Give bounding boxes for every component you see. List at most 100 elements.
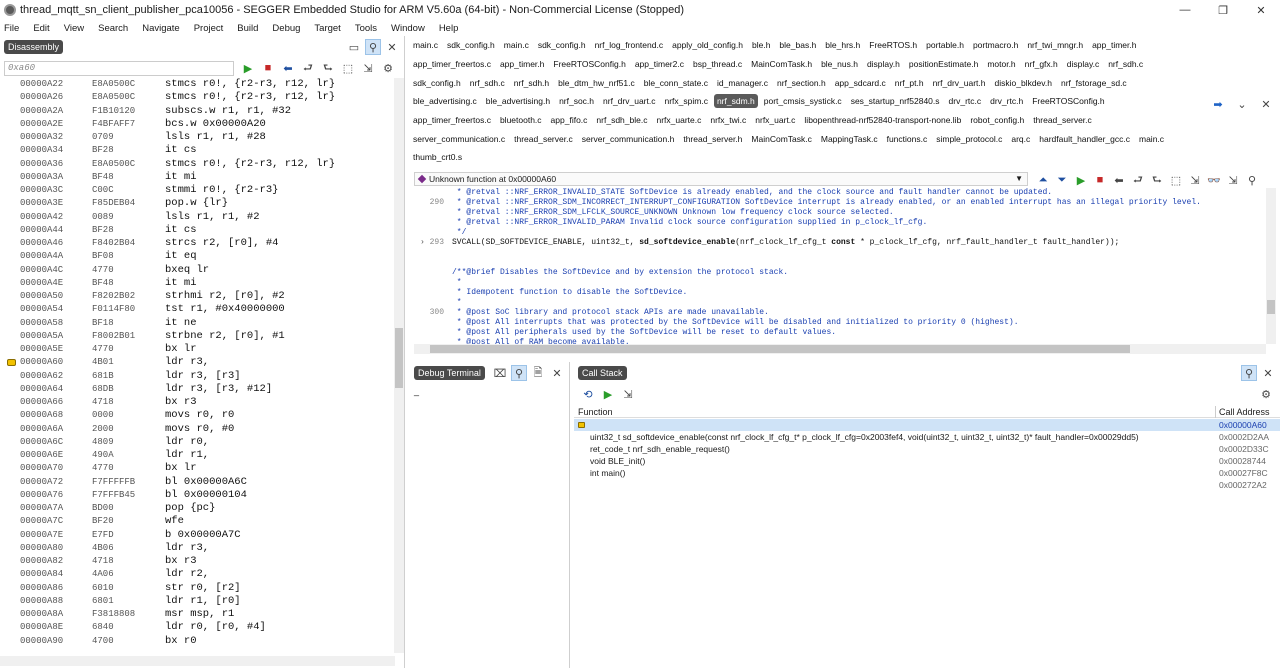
call-stack-title[interactable]: Call Stack [578,366,627,380]
back-icon[interactable]: ⬅ [280,60,296,76]
debug-terminal-title[interactable]: Debug Terminal [414,366,485,380]
editor-tab[interactable]: simple_protocol.c [933,132,1005,146]
run-icon[interactable]: ▶ [1073,172,1089,188]
call-stack-row[interactable]: int main() 0x00027F8C [574,467,1280,479]
step-over-icon[interactable]: ⮑ [320,60,336,76]
editor-tab[interactable]: portable.h [923,38,967,52]
editor-tab[interactable]: ble_nus.h [818,57,861,71]
code-line[interactable]: * [414,278,1266,288]
editor-tab[interactable]: ble_hrs.h [822,38,863,52]
goto-frame-icon[interactable]: ⇲ [620,386,636,402]
step-out-src-icon[interactable]: ⬚ [1168,172,1184,188]
disasm-row[interactable]: 00000A5E 4770 bx lr [0,343,395,356]
disasm-row[interactable]: 00000A7A BD00 pop {pc} [0,502,395,515]
editor-tab[interactable]: nrf_twi_mngr.h [1024,38,1086,52]
tab-list-icon[interactable]: ➡ [1210,96,1226,112]
editor-tab[interactable]: nrf_soc.h [556,94,597,108]
disasm-row[interactable]: 00000A6C 4809 ldr r0, [0,436,395,449]
disasm-row[interactable]: 00000A80 4B06 ldr r3, [0,542,395,555]
editor-tab[interactable]: app_fifo.c [548,113,591,127]
editor-tab[interactable]: sdk_config.h [444,38,498,52]
editor-close-icon[interactable]: ✕ [1258,96,1274,112]
disasm-row[interactable]: 00000A72 F7FFFFFB bl 0x00000A6C [0,476,395,489]
disasm-row[interactable]: 00000A76 F7FFFB45 bl 0x00000104 [0,489,395,502]
editor-tab[interactable]: bsp_thread.c [690,57,745,71]
editor-tab[interactable]: ble_dtm_hw_nrf51.c [555,76,638,90]
code-line[interactable]: /**@brief Disables the SoftDevice and by… [414,268,1266,278]
editor-tab[interactable]: FreeRTOS.h [866,38,920,52]
editor-tab[interactable]: ble_advertising.c [410,94,480,108]
call-stack-settings-icon[interactable]: ⚙ [1258,386,1274,402]
disasm-row[interactable]: 00000A4A BF08 it eq [0,250,395,263]
editor-tab[interactable]: nrf_drv_uart.h [930,76,989,90]
source-mode-icon[interactable]: ⚲ [365,39,381,55]
call-stack-row[interactable]: ret_code_t nrf_sdh_enable_request() 0x000… [574,443,1280,455]
terminal-options-icon[interactable]: ⚲ [511,365,527,381]
disasm-row[interactable]: 00000A3C C00C stmmi r0!, {r2-r3} [0,184,395,197]
editor-tab[interactable]: nrfx_twi.c [707,113,749,127]
disasm-row[interactable]: 00000A26 E8A0500C stmcs r0!, {r2-r3, r12, … [0,91,395,104]
editor-tab[interactable]: MappingTask.c [818,132,881,146]
call-stack-options-icon[interactable]: ⚲ [1241,365,1257,381]
editor-tab[interactable]: motor.h [984,57,1018,71]
disasm-row[interactable]: 00000A50 F8202B02 strhmi r2, [r0], #2 [0,290,395,303]
disasm-row[interactable]: 00000A8A F3818808 msr msp, r1 [0,608,395,621]
step-into-icon[interactable]: ⮐ [300,60,316,76]
editor-tab[interactable]: main.c [501,38,532,52]
editor-tab[interactable]: nrf_fstorage_sd.c [1058,76,1130,90]
disasm-row[interactable]: 00000A42 0089 lsls r1, r1, #2 [0,211,395,224]
editor-tab[interactable]: display.c [1064,57,1102,71]
editor-tab[interactable]: server_communication.h [579,132,678,146]
call-stack-close-icon[interactable]: ✕ [1260,365,1276,381]
editor-hscroll[interactable] [414,344,1266,354]
code-line[interactable]: */ [414,228,1266,238]
disasm-row[interactable]: 00000A4E BF48 it mi [0,277,395,290]
menu-file[interactable]: File [4,23,19,34]
disasm-row[interactable]: 00000A44 BF28 it cs [0,224,395,237]
next-icon[interactable]: ⏷ [1054,172,1070,188]
editor-tab[interactable]: id_manager.c [714,76,771,90]
editor-tab[interactable]: drv_rtc.h [987,94,1026,108]
code-line[interactable]: * @post All peripherals used by the Soft… [414,328,1266,338]
call-stack-row[interactable]: 0x00000A60 [574,419,1280,431]
disasm-row[interactable]: 00000A86 6010 str r0, [r2] [0,582,395,595]
editor-tab[interactable]: functions.c [884,132,931,146]
editor-tab[interactable]: nrf_sdh_ble.c [593,113,650,127]
disasm-row[interactable]: 00000A34 BF28 it cs [0,144,395,157]
editor-tab[interactable]: app_sdcard.c [832,76,889,90]
disasm-row[interactable]: 00000A32 0709 lsls r1, r1, #28 [0,131,395,144]
disasm-row[interactable]: 00000A2E F4BFAFF7 bcs.w 0x00000A20 [0,118,395,131]
disasm-row[interactable]: 00000A7E E7FD b 0x00000A7C [0,529,395,542]
code-line[interactable]: * Idempotent function to disable the Sof… [414,288,1266,298]
maximize-button[interactable]: ❐ [1204,0,1242,20]
save-icon[interactable]: 🗎 [530,365,546,381]
editor-tab[interactable]: thread_server.h [680,132,745,146]
editor-tab[interactable]: port_cmsis_systick.c [761,94,845,108]
menu-view[interactable]: View [64,23,84,34]
menu-navigate[interactable]: Navigate [142,23,180,34]
editor-tab[interactable]: hardfault_handler_gcc.c [1036,132,1133,146]
editor-tab[interactable]: thread_server.c [1030,113,1095,127]
disassembly-listing[interactable]: 00000A22 E8A0500C stmcs r0!, {r2-r3, r12, … [0,78,395,653]
disasm-row[interactable]: 00000A90 4700 bx r0 [0,635,395,648]
dropdown-arrow-icon[interactable]: ▼ [1015,174,1023,183]
disasm-row[interactable]: 00000A3A BF48 it mi [0,171,395,184]
editor-tab[interactable]: app_timer2.c [632,57,687,71]
editor-tab[interactable]: nrf_sdh.c [467,76,508,90]
editor-tab[interactable]: nrf_pt.h [892,76,927,90]
editor-tab[interactable]: app_timer.h [1089,38,1139,52]
code-line[interactable]: 290 * @retval ::NRF_ERROR_SDM_INCORRECT_… [414,198,1266,208]
step-into-src-icon[interactable]: ⮐ [1130,172,1146,188]
minimize-button[interactable]: — [1166,0,1204,20]
close-icon[interactable]: ✕ [384,39,400,55]
code-line[interactable]: * @retval ::NRF_ERROR_SDM_LFCLK_SOURCE_U… [414,208,1266,218]
editor-tab[interactable]: diskio_blkdev.h [992,76,1056,90]
run-icon[interactable]: ▶ [600,386,616,402]
editor-tab[interactable]: nrf_drv_uart.c [600,94,658,108]
stop-debug-icon[interactable]: ■ [1092,172,1108,188]
column-call-address[interactable]: Call Address [1219,407,1270,417]
editor-tab[interactable]: ses_startup_nrf52840.s [848,94,943,108]
menu-tools[interactable]: Tools [355,23,377,34]
editor-tab[interactable]: nrfx_uart.c [752,113,798,127]
prev-icon[interactable]: ⏶ [1035,172,1051,188]
